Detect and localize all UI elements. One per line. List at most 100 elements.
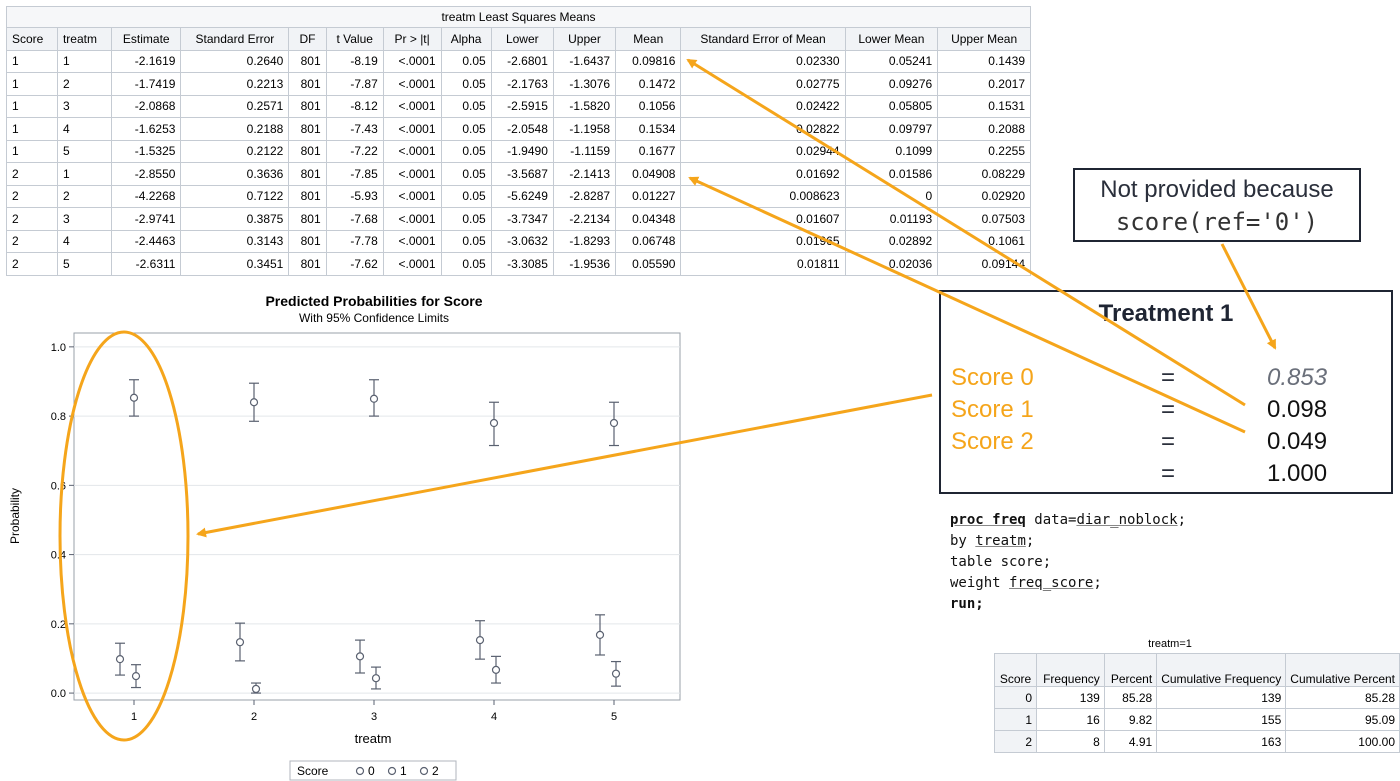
table-cell: 5 [56, 139, 113, 163]
table-body: 1 1 -2.1619 0.2640 801 -8.19 <.0001 0.05 -2.6801… [6, 49, 1031, 276]
table-cell: -3.5687 [490, 162, 554, 186]
chart-subtitle: With 95% Confidence Limits [299, 311, 449, 325]
table-cell: 0.008623 [680, 184, 846, 208]
table-cell: 0.04908 [615, 162, 682, 186]
table-cell: 0.09797 [844, 117, 939, 141]
table-cell: -8.19 [325, 49, 384, 73]
data-point [475, 636, 485, 645]
note-line-1: Not provided because [1100, 176, 1334, 203]
score-2-eq: = [1161, 428, 1176, 455]
table-cell: 0.05 [440, 117, 492, 141]
data-point [249, 398, 259, 407]
y-tick-label: 0.4 [51, 550, 66, 562]
header-cell: Upper [552, 27, 617, 51]
table-cell: 801 [288, 229, 327, 253]
table-cell: -2.1413 [552, 162, 617, 186]
score-0-label: Score 0 [951, 364, 1034, 391]
freq-cell: 139 [1036, 686, 1105, 709]
table-cell: <.0001 [382, 207, 442, 231]
table-cell: <.0001 [382, 139, 442, 163]
table-header-row: Score treatm Estimate Standard Error DF t Val… [6, 27, 1031, 51]
table-row: 2 1 -2.8550 0.3636 801 -7.85 <.0001 0.05 -3.5687… [6, 162, 1031, 186]
table-cell: -7.43 [325, 117, 384, 141]
table-cell: -4.2268 [111, 184, 182, 208]
y-tick-label: 0.0 [51, 688, 66, 700]
table-cell: <.0001 [382, 162, 442, 186]
freq-header-cell: Score [994, 653, 1037, 687]
table-cell: -1.9490 [490, 139, 554, 163]
table-cell: 0.02422 [680, 94, 846, 118]
note-line-2: score(ref='0') [1115, 208, 1319, 236]
table-cell: 0.1534 [615, 117, 682, 141]
table-cell: 0.05805 [844, 94, 939, 118]
table-cell: -7.87 [325, 72, 384, 96]
table-cell: 0.05 [440, 207, 492, 231]
header-cell: Standard Error [180, 27, 290, 51]
header-cell: Upper Mean [937, 27, 1031, 51]
table-cell: -7.78 [325, 229, 384, 253]
table-cell: -1.5325 [111, 139, 182, 163]
y-tick-label: 0.6 [51, 480, 66, 492]
freq-header-cell: Cumulative Frequency [1156, 653, 1287, 687]
freq-cell: 100.00 [1285, 730, 1400, 753]
freq-header-cell: Cumulative Percent [1285, 653, 1400, 687]
table-cell: 0.2017 [937, 72, 1031, 96]
y-tick-label: 1.0 [51, 342, 66, 354]
table-row: 1 3 -2.0868 0.2571 801 -8.12 <.0001 0.05 -2.5915… [6, 94, 1031, 118]
freq-cell: 85.28 [1285, 686, 1400, 709]
data-point [355, 652, 365, 661]
table-cell: <.0001 [382, 252, 442, 276]
legend-label: 1 [400, 764, 407, 778]
data-point [491, 665, 501, 674]
table-cell: -1.3076 [552, 72, 617, 96]
table-cell: -2.4463 [111, 229, 182, 253]
table-cell: 0.01692 [680, 162, 846, 186]
table-cell: 801 [288, 162, 327, 186]
table-cell: 2 [6, 207, 58, 231]
table-cell: 1 [56, 162, 113, 186]
table-cell: 0.3875 [180, 207, 290, 231]
freq-row: 0 139 85.28 139 85.28 [994, 686, 1400, 709]
table-cell: 2 [6, 229, 58, 253]
table-cell: 2 [6, 252, 58, 276]
table-row: 1 5 -1.5325 0.2122 801 -7.22 <.0001 0.05 -1.9490… [6, 139, 1031, 163]
table-cell: 0.2255 [937, 139, 1031, 163]
table-cell: 1 [6, 72, 58, 96]
table-cell: -1.6253 [111, 117, 182, 141]
freq-table-title: treatm=1 [1148, 638, 1192, 650]
table-cell: -1.6437 [552, 49, 617, 73]
score-1-label: Score 1 [951, 396, 1034, 423]
table-cell: 0.01586 [844, 162, 939, 186]
table-cell: -1.9536 [552, 252, 617, 276]
x-tick-label: 1 [131, 711, 137, 723]
table-cell: 1 [6, 49, 58, 73]
table-cell: 0.2122 [180, 139, 290, 163]
table-cell: 0.05 [440, 72, 492, 96]
score-2-value: 0.049 [1267, 428, 1328, 455]
freq-cell: 0 [994, 686, 1037, 709]
table-cell: 801 [288, 184, 327, 208]
header-cell: Mean [615, 27, 682, 51]
table-cell: 2 [56, 72, 113, 96]
table-cell: 0.02036 [844, 252, 939, 276]
table-cell: -1.7419 [111, 72, 182, 96]
table-cell: 0.01811 [680, 252, 846, 276]
plot-area [73, 332, 681, 701]
header-cell: treatm [56, 27, 113, 51]
table-cell: 0.2088 [937, 117, 1031, 141]
freq-cell: 1 [994, 708, 1037, 731]
total-eq: = [1161, 460, 1176, 487]
table-cell: 0.1531 [937, 94, 1031, 118]
chart-legend: Score 0 1 2 [289, 760, 457, 781]
table-cell: -2.0548 [490, 117, 554, 141]
freq-header-cell: Percent [1103, 653, 1158, 687]
table-cell: -2.0868 [111, 94, 182, 118]
table-cell: 801 [288, 94, 327, 118]
not-provided-note: Not provided because score(ref='0') [1073, 168, 1361, 242]
table-row: 2 2 -4.2268 0.7122 801 -5.93 <.0001 0.05 -5.6249… [6, 184, 1031, 208]
table-cell: 0.3143 [180, 229, 290, 253]
table-cell: 0.09276 [844, 72, 939, 96]
code-line-4: weight freq_score; [950, 575, 1102, 591]
table-cell: 1 [6, 94, 58, 118]
table-cell: -2.1619 [111, 49, 182, 73]
